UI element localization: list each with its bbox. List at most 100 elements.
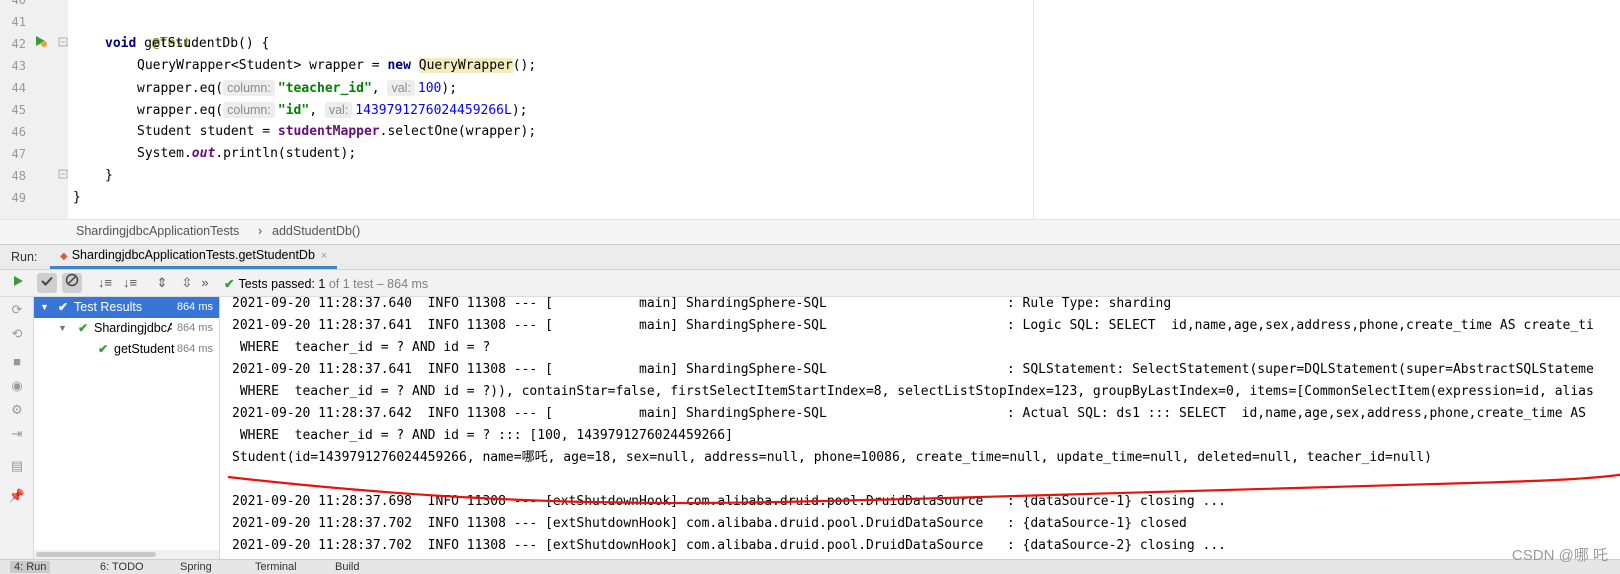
run-tab-title: ShardingjdbcApplicationTests.getStudentD… xyxy=(71,248,315,262)
watermark: CSDN @哪 吒 xyxy=(1511,547,1608,564)
code-text: System. xyxy=(137,146,192,161)
rerun-failed-icon[interactable]: ⟳ xyxy=(8,301,26,319)
show-ignored-icon[interactable] xyxy=(62,273,82,293)
editor-gutter: 40 41 42 43 44 45 46 47 48 49 xyxy=(0,0,68,219)
keyword: new xyxy=(387,58,411,73)
code-text: , xyxy=(309,103,325,118)
tab-build[interactable]: Build xyxy=(335,561,359,573)
tab-terminal[interactable]: Terminal xyxy=(255,561,297,573)
tab-todo[interactable]: 6: TODO xyxy=(100,561,144,573)
more-actions-icon[interactable]: » xyxy=(199,273,211,293)
code-text: (); xyxy=(512,58,537,73)
console-output[interactable]: 2021-09-20 11:28:37.640 INFO 11308 --- [… xyxy=(220,297,1620,559)
run-config-tab[interactable]: ◆ ShardingjdbcApplicationTests.getStudent… xyxy=(50,245,338,269)
tests-passed-status: ✔ Tests passed: 1 of 1 test – 864 ms xyxy=(224,276,428,291)
close-icon[interactable]: × xyxy=(321,250,327,262)
tab-spring[interactable]: Spring xyxy=(180,561,212,573)
code-line-45: wrapper.eq(column: "id", val: 143979127602… xyxy=(137,99,528,122)
keyword: void xyxy=(105,36,137,51)
tree-item-test-results[interactable]: ▼ ✔ Test Results 864 ms xyxy=(34,297,219,318)
param-hint: val: xyxy=(324,102,353,118)
string-literal: "teacher_id" xyxy=(277,81,372,96)
code-text: Student student = xyxy=(137,124,278,139)
tree-item-time: 864 ms xyxy=(176,322,213,334)
pin-icon[interactable]: 📌 xyxy=(8,487,26,505)
test-config-icon: ◆ xyxy=(60,251,68,262)
fold-marker-icon[interactable] xyxy=(58,33,68,55)
highlighted-class: QueryWrapper xyxy=(418,58,513,73)
tree-item-time: 864 ms xyxy=(176,301,213,313)
stop-icon[interactable]: ■ xyxy=(8,353,26,371)
layout-icon[interactable]: ▤ xyxy=(8,457,26,475)
check-icon: ✔ xyxy=(58,300,69,314)
sort-alphabetically-icon[interactable]: ↓≡ xyxy=(95,273,115,293)
code-text: QueryWrapper<Student> wrapper = xyxy=(137,58,388,73)
code-line-43: QueryWrapper<Student> wrapper = new Quer… xyxy=(137,55,536,77)
chevron-down-icon[interactable]: ▼ xyxy=(58,318,67,339)
settings-icon[interactable]: ⚙ xyxy=(8,401,26,419)
run-label: Run: xyxy=(11,250,38,264)
param-hint: val: xyxy=(387,80,415,96)
code-text: wrapper.eq( xyxy=(137,103,224,118)
camera-icon[interactable]: ◉ xyxy=(8,377,26,395)
param-hint: column: xyxy=(223,102,275,118)
code-line-49: } xyxy=(73,190,81,205)
code-text: .println(student); xyxy=(215,146,357,161)
tests-passed-detail: of 1 test – 864 ms xyxy=(325,277,429,291)
right-margin-guide xyxy=(1033,0,1034,219)
line-number: 42 xyxy=(11,37,26,51)
collapse-all-icon[interactable]: ⇳ xyxy=(177,273,197,293)
line-number: 49 xyxy=(11,191,26,205)
run-icon[interactable] xyxy=(8,273,28,293)
code-text: .selectOne(wrapper); xyxy=(379,124,537,139)
line-number: 44 xyxy=(11,81,26,95)
expand-all-icon[interactable]: ⇕ xyxy=(152,273,172,293)
tree-item-class[interactable]: ▼ ✔ ShardingjdbcA 864 ms xyxy=(34,318,219,339)
tab-run[interactable]: 4: Run xyxy=(10,561,51,573)
line-number: 43 xyxy=(11,59,26,73)
show-passed-check-icon[interactable] xyxy=(37,273,57,293)
code-line-48: } xyxy=(105,168,113,183)
tree-item-time: 864 ms xyxy=(176,343,213,355)
line-number: 45 xyxy=(11,103,26,117)
line-number: 46 xyxy=(11,125,26,139)
code-editor[interactable]: 40 41 42 43 44 45 46 47 48 49 @Test void… xyxy=(0,0,1620,219)
code-text: , xyxy=(371,81,388,96)
line-number: 41 xyxy=(11,15,26,29)
red-underline-annotation xyxy=(227,473,1620,505)
line-number: 48 xyxy=(11,169,26,183)
code-text: ); xyxy=(511,103,528,118)
breadcrumb-method[interactable]: addStudentDb() xyxy=(272,224,360,238)
run-side-toolbar: ⟳ ⟲ ■ ◉ ⚙ ⇥ ▤ 📌 xyxy=(0,297,34,559)
code-line-46: Student student = studentMapper.selectOn… xyxy=(137,121,536,143)
chevron-down-icon[interactable]: ▼ xyxy=(40,297,49,318)
code-text: ); xyxy=(441,81,458,96)
check-icon: ✔ xyxy=(98,342,109,356)
field-reference: studentMapper xyxy=(277,124,380,139)
horizontal-scrollbar[interactable] xyxy=(34,550,219,559)
fold-marker-icon[interactable] xyxy=(58,165,68,187)
check-icon: ✔ xyxy=(224,277,235,291)
breadcrumb-class[interactable]: ShardingjdbcApplicationTests xyxy=(76,224,239,238)
sort-by-duration-icon[interactable]: ↓≡ xyxy=(120,273,140,293)
run-tool-window-header: Run: ◆ ShardingjdbcApplicationTests.getSt… xyxy=(0,244,1620,270)
code-line-42: void getStudentDb() { xyxy=(105,33,269,55)
line-number: 40 xyxy=(11,0,26,7)
run-test-gutter-icon[interactable] xyxy=(34,33,48,55)
param-hint: column: xyxy=(223,80,275,96)
breadcrumb-separator: › xyxy=(258,224,263,238)
toggle-auto-test-icon[interactable]: ⟲ xyxy=(8,325,26,343)
code-text: getStudentDb() { xyxy=(136,36,270,51)
number-literal: 100 xyxy=(417,81,442,96)
string-literal: "id" xyxy=(277,103,310,118)
tool-window-tabs: 4: Run 6: TODO Spring Terminal Build xyxy=(0,559,1620,574)
import-tests-icon[interactable]: ⇥ xyxy=(8,425,26,443)
number-literal: 1439791276024459266L xyxy=(355,103,512,118)
scrollbar-thumb[interactable] xyxy=(36,552,156,557)
test-results-tree: ▼ ✔ Test Results 864 ms ▼ ✔ Shardingjdbc… xyxy=(34,297,220,559)
tree-item-method[interactable]: ✔ getStudent 864 ms xyxy=(34,339,219,360)
breadcrumb: ShardingjdbcApplicationTests › addStuden… xyxy=(0,219,1620,244)
tree-item-label: getStudent xyxy=(114,342,175,356)
check-icon: ✔ xyxy=(78,321,89,335)
